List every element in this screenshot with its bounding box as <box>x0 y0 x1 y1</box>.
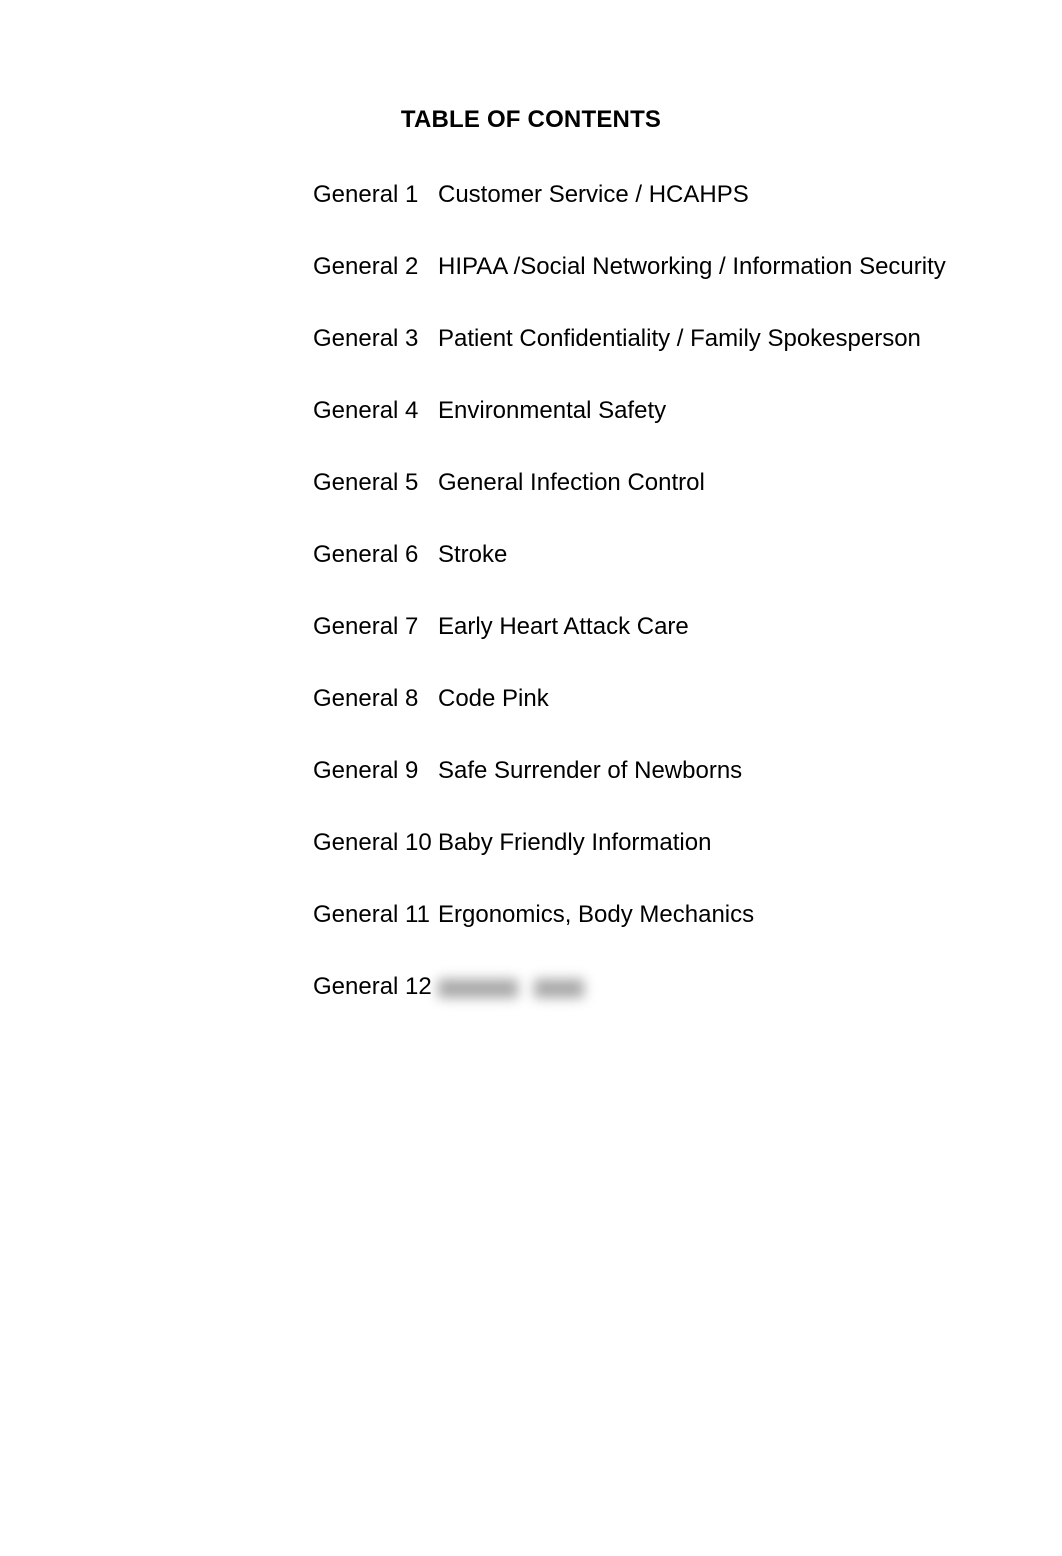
toc-entry-label: General 8 <box>313 685 419 712</box>
toc-entry-title: Early Heart Attack Care <box>438 613 689 640</box>
toc-entry-title: Environmental Safety <box>438 397 667 424</box>
toc-entry-title: Patient Confidentiality / Family Spokesp… <box>438 325 921 352</box>
toc-entry[interactable]: General 8 Code Pink <box>313 685 1013 757</box>
toc-entry[interactable]: General 6 Stroke <box>313 541 1013 613</box>
toc-entry-title: Stroke <box>438 541 508 568</box>
toc-entry-title: HIPAA /Social Networking / Information S… <box>438 253 946 280</box>
page-title: TABLE OF CONTENTS <box>400 106 662 133</box>
toc-entry[interactable]: General 10 Baby Friendly Information <box>313 829 1013 901</box>
toc-entry-title: Customer Service / HCAHPS <box>438 181 749 208</box>
toc-entry-title-redacted <box>438 973 584 1001</box>
toc-entry-label: General 3 <box>313 325 419 352</box>
toc-entry-label: General 11 <box>313 901 430 928</box>
toc-entry-title: Safe Surrender of Newborns <box>438 757 743 784</box>
toc-entry-title: Ergonomics, Body Mechanics <box>438 901 755 928</box>
toc-entry[interactable]: General 11 Ergonomics, Body Mechanics <box>313 901 1013 973</box>
toc-entry[interactable]: General 7 Early Heart Attack Care <box>313 613 1013 685</box>
table-of-contents-list: General 1 Customer Service / HCAHPS Genera… <box>313 181 1013 1045</box>
toc-entry-label: General 5 <box>313 469 419 496</box>
toc-entry-label: General 4 <box>313 397 419 424</box>
document-page: TABLE OF CONTENTS General 1 Customer Serv… <box>0 0 1062 1556</box>
toc-entry-title: Baby Friendly Information <box>438 829 712 856</box>
toc-entry-label: General 7 <box>313 613 419 640</box>
toc-entry-label: General 2 <box>313 253 419 280</box>
toc-entry-label: General 1 <box>313 181 419 208</box>
toc-entry-label: General 12 <box>313 973 432 1000</box>
toc-entry[interactable]: General 1 Customer Service / HCAHPS <box>313 181 1013 253</box>
toc-entry[interactable]: General 12 <box>313 973 1013 1045</box>
toc-entry[interactable]: General 4 Environmental Safety <box>313 397 1013 469</box>
toc-entry[interactable]: General 9 Safe Surrender of Newborns <box>313 757 1013 829</box>
toc-entry[interactable]: General 3 Patient Confidentiality / Famil… <box>313 325 1013 397</box>
toc-entry-label: General 6 <box>313 541 419 568</box>
toc-entry[interactable]: General 5 General Infection Control <box>313 469 1013 541</box>
toc-entry-label: General 10 <box>313 829 432 856</box>
toc-entry-label: General 9 <box>313 757 419 784</box>
toc-entry-title: General Infection Control <box>438 469 705 496</box>
toc-entry[interactable]: General 2 HIPAA /Social Networking / Info… <box>313 253 1013 325</box>
toc-entry-title: Code Pink <box>438 685 549 712</box>
redaction-blur <box>438 993 584 994</box>
